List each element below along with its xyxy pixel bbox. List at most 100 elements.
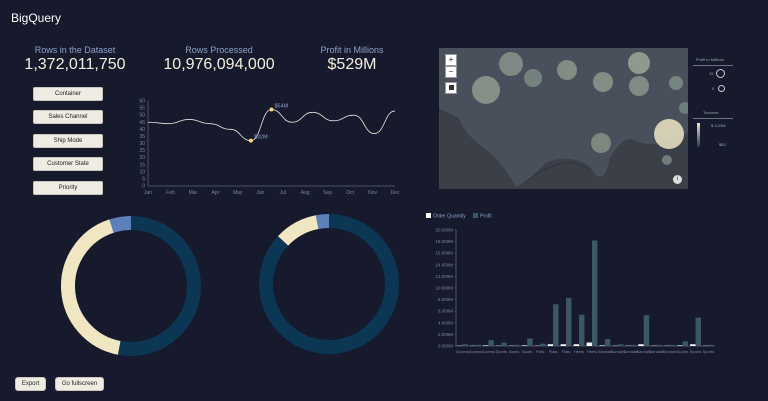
stat-value-profit: $529M — [327, 56, 377, 73]
x-tick-label: Sandals — [662, 349, 676, 354]
bar-order-quantity — [560, 344, 567, 346]
profit-bubble — [629, 76, 649, 96]
legend-circle-large-icon — [716, 69, 725, 78]
x-tick-label: Sports — [677, 349, 689, 354]
x-tick-label: Dec — [391, 190, 400, 196]
bar-order-quantity — [599, 345, 605, 346]
x-tick-label: Nov — [368, 190, 377, 196]
profit-bubble — [557, 60, 577, 80]
annotation-label: $54M — [275, 104, 289, 110]
x-tick-label: Flats — [536, 349, 545, 354]
y-tick-label: 18.000M — [435, 239, 453, 244]
bar-profit — [669, 344, 676, 346]
app-title: BigQuery — [11, 11, 62, 25]
fullscreen-button[interactable]: Go fullscreen — [55, 377, 104, 391]
stat-label-rows-dataset: Rows in the Dataset — [34, 45, 116, 55]
y-tick-label: 50 — [139, 113, 145, 119]
donut-segment — [61, 219, 121, 355]
bar-profit — [579, 314, 585, 346]
bar-profit — [501, 342, 507, 346]
y-tick-label: 10.000M — [435, 286, 453, 291]
zoom-in-button[interactable]: + — [445, 54, 457, 66]
y-tick-label: 14.000M — [435, 262, 453, 267]
y-tick-label: 8.000M — [438, 297, 453, 302]
filter-button-ship-mode[interactable]: Ship Mode — [33, 134, 103, 148]
legend-divider — [693, 118, 733, 119]
filter-button-customer-state[interactable]: Customer State — [33, 157, 103, 171]
bar-profit — [591, 240, 598, 346]
legend-swatch-profit — [473, 213, 478, 218]
bar-profit — [682, 341, 689, 346]
square-icon — [448, 85, 454, 90]
monthly-profit-line-chart: 0 51015202530354045505560 Jan Feb Mar Apr May J… — [139, 99, 400, 197]
x-tick-label: Sep — [323, 190, 332, 196]
legend-profit-title: Profit in Millions — [696, 57, 725, 62]
donut-segment — [315, 214, 330, 230]
bar-order-quantity — [482, 345, 489, 346]
bar-profit — [656, 344, 663, 346]
select-area-button[interactable] — [445, 82, 457, 94]
profit-bubble — [654, 119, 684, 149]
bar-profit — [553, 304, 559, 346]
profit-bubble — [662, 155, 672, 165]
x-tick-label: Boots — [522, 349, 532, 354]
stat-value-rows-processed: 10,976,094,000 — [163, 56, 275, 73]
y-tick-label: 12.000M — [435, 274, 453, 279]
donut-segment — [109, 216, 132, 233]
y-tick-label: 35 — [139, 134, 145, 140]
bar-profit — [540, 343, 546, 346]
x-tick-label: Heels — [587, 349, 597, 354]
x-tick-label: Access — [456, 349, 469, 354]
bar-profit — [475, 344, 481, 346]
bar-profit — [527, 338, 533, 346]
x-tick-label: Heels — [574, 349, 584, 354]
x-tick-label: Boots — [509, 349, 519, 354]
filter-button-priority[interactable]: Priority — [33, 181, 103, 195]
info-icon[interactable]: i — [673, 175, 682, 184]
profit-bubble — [628, 52, 650, 74]
profit-bubble — [593, 72, 613, 92]
x-tick-label: Flats — [562, 349, 571, 354]
bar-profit — [643, 315, 650, 346]
category-bar-chart: Order Quantity Profit 0.000M 2.000M 4.000M 6.… — [426, 213, 715, 354]
annotation-label: $32M — [254, 135, 268, 141]
y-tick-label: 16.000M — [435, 251, 453, 256]
y-tick-label: 20 — [139, 155, 145, 161]
legend-divider — [693, 65, 733, 66]
x-tick-label: May — [233, 190, 243, 196]
filter-button-container[interactable]: Container — [33, 87, 103, 101]
bar-profit — [708, 344, 714, 346]
bar-profit — [695, 317, 702, 346]
y-tick-label: 60 — [139, 99, 145, 105]
legend-turnover-min: $82 — [719, 142, 726, 147]
x-tick-label: Sports — [690, 349, 702, 354]
x-tick-label: Apr — [211, 190, 219, 196]
profit-bubble — [669, 76, 683, 90]
x-tick-label: Jul — [280, 190, 286, 196]
legend-turnover-max: $ 3.03M — [711, 123, 726, 128]
x-tick-label: Access — [482, 349, 495, 354]
bar-order-quantity — [573, 344, 580, 346]
zoom-out-button[interactable]: − — [445, 66, 457, 78]
stat-label-profit: Profit in Millions — [320, 45, 384, 55]
donut-segment — [117, 216, 201, 356]
stat-value-rows-dataset: 1,372,011,750 — [24, 56, 126, 73]
profit-bubble — [472, 76, 500, 104]
y-tick-label: 0.000M — [438, 344, 453, 349]
legend-circle-small-icon — [718, 85, 725, 92]
y-tick-label: 40 — [139, 127, 145, 133]
bar-profit — [617, 344, 624, 346]
bar-order-quantity — [690, 344, 696, 346]
filter-button-sales-channel[interactable]: Sales Channel — [33, 110, 103, 124]
bar-profit — [604, 339, 611, 346]
export-button[interactable]: Export — [15, 377, 46, 391]
us-map[interactable]: + − i — [439, 48, 688, 189]
profit-line — [147, 109, 396, 142]
bar-profit — [488, 340, 494, 346]
bar-order-quantity — [547, 344, 554, 346]
bar-order-quantity — [677, 345, 683, 346]
x-tick-label: Jun — [256, 190, 264, 196]
donut-segment — [277, 215, 319, 246]
y-tick-label: 15 — [139, 162, 145, 168]
x-tick-label: Feb — [166, 190, 175, 196]
